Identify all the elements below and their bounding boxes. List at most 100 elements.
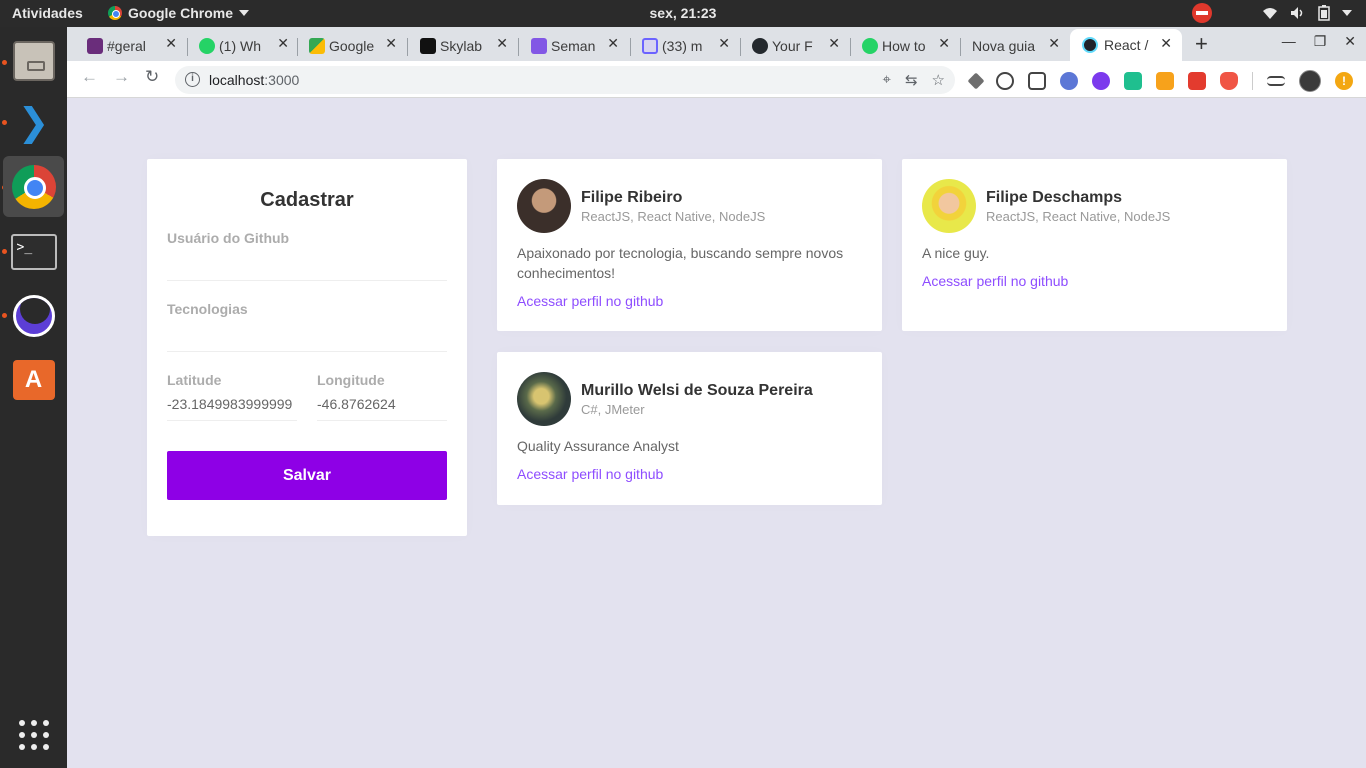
files-launcher[interactable] [3,30,64,91]
address-bar[interactable]: i localhost:3000 ⌖ ⇆ ☆ [175,66,955,94]
close-icon[interactable]: ✕ [1160,35,1172,52]
show-applications-button[interactable] [3,704,64,765]
tab-whatsapp[interactable]: (1) Wh ✕ [199,32,289,60]
close-window-button[interactable]: ✕ [1344,33,1356,50]
dev-bio: Quality Assurance Analyst [517,438,679,454]
github-profile-link[interactable]: Acessar perfil no github [517,466,862,482]
tab-your[interactable]: Your F ✕ [752,32,840,60]
form-title: Cadastrar [260,189,354,211]
github-profile-link[interactable]: Acessar perfil no github [922,273,1267,289]
terminal-icon: >_ [10,233,57,270]
longitude-input[interactable] [317,388,447,420]
close-icon[interactable]: ✕ [496,35,508,52]
terminal-launcher[interactable]: >_ [3,221,64,282]
latitude-input[interactable] [167,388,297,420]
page-viewport: Cadastrar Usuário do Github Tecnologias … [67,98,1366,768]
close-icon[interactable]: ✕ [828,35,840,52]
register-form-card: Cadastrar Usuário do Github Tecnologias … [147,159,467,536]
update-alert-icon[interactable]: ! [1335,72,1353,90]
close-icon[interactable]: ✕ [607,35,619,52]
minimize-button[interactable]: — [1282,33,1296,50]
dev-bio: A nice guy. [922,245,990,261]
dev-name: Filipe Ribeiro [581,188,683,206]
extension-blue-icon[interactable] [1060,72,1078,90]
vscode-icon: ❯ [17,99,50,144]
screenshot-icon[interactable] [1028,72,1046,90]
insomnia-launcher[interactable] [3,285,64,346]
close-icon[interactable]: ✕ [938,35,950,52]
tab-google-maps[interactable]: Google ✕ [309,32,397,60]
shield-icon[interactable] [1220,72,1238,90]
tab-label: Nova guia [972,38,1036,54]
block-icon[interactable] [996,72,1014,90]
activities-button[interactable]: Atividades [12,5,83,21]
info-icon[interactable]: i [185,72,200,87]
github-username-input[interactable] [167,246,447,280]
tab-nova-guia[interactable]: Nova guia ✕ [972,32,1060,60]
software-center-launcher[interactable]: A [3,349,64,410]
reading-list-icon[interactable] [1267,76,1285,86]
bookmark-star-icon[interactable]: ☆ [932,71,945,89]
tab-33[interactable]: (33) m ✕ [642,32,730,60]
app-menu[interactable]: Google Chrome [108,5,250,21]
techs-label: Tecnologias [167,301,248,317]
dev-name: Filipe Deschamps [986,188,1123,206]
check-icon[interactable] [1092,72,1110,90]
tab-skylab[interactable]: Skylab ✕ [420,32,508,60]
system-tray[interactable] [1192,3,1352,23]
google-maps-icon [309,38,325,54]
github-profile-link[interactable]: Acessar perfil no github [517,293,862,309]
close-icon[interactable]: ✕ [385,35,397,52]
extension-red-icon[interactable] [1188,72,1206,90]
longitude-label: Longitude [317,372,385,388]
reload-button[interactable]: ↻ [145,67,159,87]
avatar[interactable] [1299,70,1321,92]
dev-card: Filipe Deschamps ReactJS, React Native, … [902,159,1287,331]
no-entry-icon[interactable] [1192,3,1212,23]
tab-label: (1) Wh [219,38,261,54]
chrome-icon [11,164,56,209]
save-button[interactable]: Salvar [167,451,447,500]
close-icon[interactable]: ✕ [165,35,177,52]
tab-react-active[interactable]: React / ✕ [1070,29,1182,61]
tab-label: #geral [107,38,146,54]
tab-label: (33) m [662,38,703,54]
vscode-launcher[interactable]: ❯ [3,91,64,152]
tab-label: Seman [551,38,596,54]
app-grid-icon [18,719,49,750]
rss-icon[interactable] [1156,72,1174,90]
restore-button[interactable]: ❐ [1314,33,1327,50]
tab-semana[interactable]: Seman ✕ [531,32,619,60]
tab-label: React / [1104,37,1149,53]
location-icon[interactable]: ⌖ [883,71,891,89]
extensions-bar: ! [967,70,1353,92]
back-button[interactable]: ← [81,67,98,87]
dev-card: Filipe Ribeiro ReactJS, React Native, No… [497,159,882,331]
dev-card: Murillo Welsi de Souza Pereira C#, JMete… [497,352,882,505]
dev-techs: ReactJS, React Native, NodeJS [581,208,766,224]
chrome-launcher[interactable] [3,156,64,217]
tag-icon[interactable] [1124,72,1142,90]
dev-bio: Apaixonado por tecnologia, buscando semp… [517,245,844,281]
chevron-down-icon [239,10,250,16]
new-tab-button[interactable]: + [1195,31,1208,57]
forward-button[interactable]: → [113,67,130,87]
files-icon [12,40,55,81]
close-icon[interactable]: ✕ [718,35,730,52]
url-text: localhost:3000 [209,72,300,88]
tab-how-to[interactable]: How to ✕ [862,32,950,60]
github-username-label: Usuário do Github [167,230,290,246]
battery-icon [1318,5,1330,21]
dock: ❯ >_ A [0,27,67,768]
close-icon[interactable]: ✕ [1048,35,1060,52]
browser-toolbar: ← → ↻ i localhost:3000 ⌖ ⇆ ☆ ! [67,61,1366,98]
translate-icon[interactable]: ⇆ [905,71,918,89]
dev-techs: C#, JMeter [581,401,645,417]
chrome-icon [108,6,122,20]
tab-geral[interactable]: #geral ✕ [87,32,177,60]
close-icon[interactable]: ✕ [277,35,289,52]
wifi-icon [1263,8,1277,19]
dropbox-icon[interactable] [967,72,985,90]
dev-techs: ReactJS, React Native, NodeJS [986,208,1171,224]
techs-input[interactable] [167,317,447,351]
